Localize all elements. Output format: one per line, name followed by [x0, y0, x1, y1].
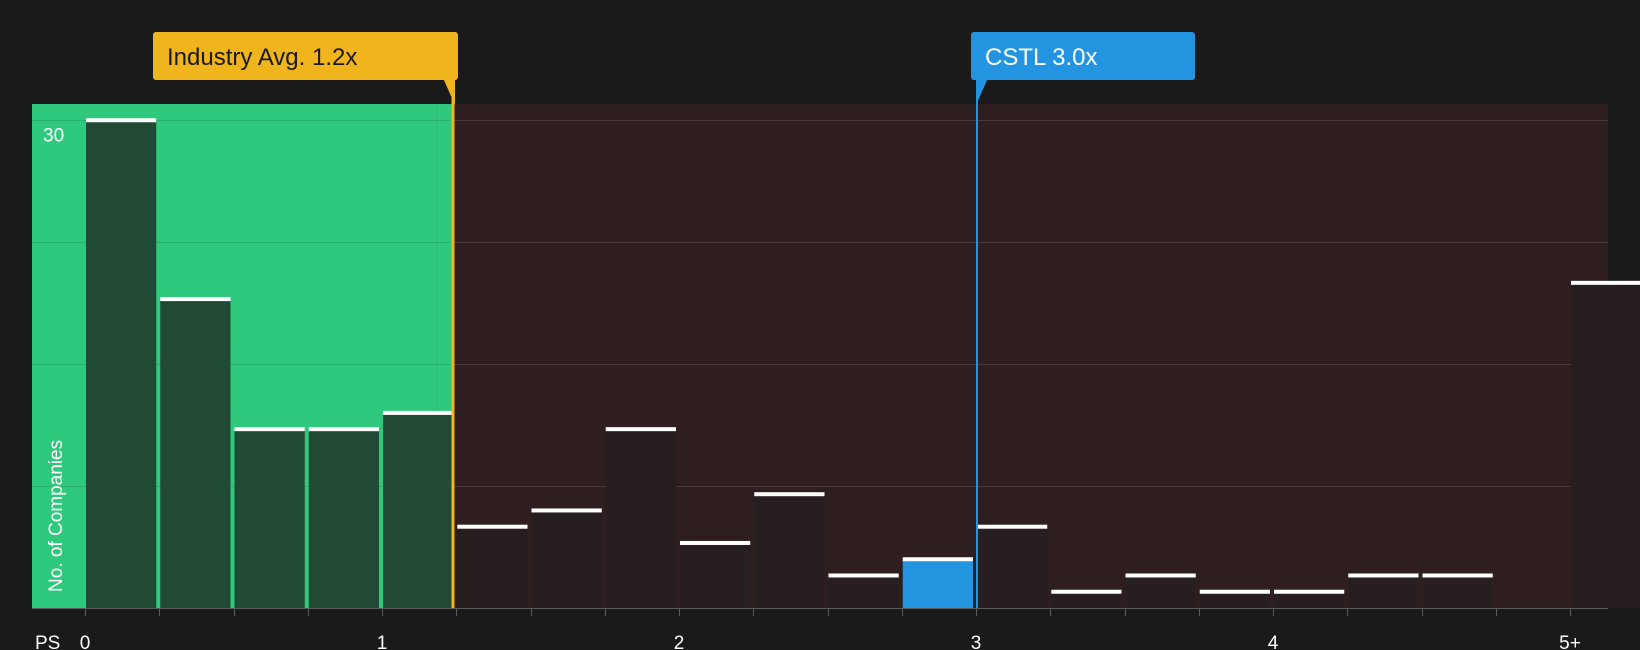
x-tick-label: 4	[1268, 633, 1279, 650]
bar-cap	[1422, 573, 1493, 578]
histogram-bar	[680, 542, 751, 608]
bar-cap	[1125, 573, 1196, 578]
histogram-bar	[86, 120, 157, 609]
bar-cap	[1348, 573, 1419, 578]
histogram-bar	[531, 510, 602, 608]
company-marker-label: CSTL 3.0x	[985, 44, 1098, 71]
histogram-bar	[383, 412, 454, 608]
x-tick-label: 5+	[1559, 633, 1581, 650]
x-tick-label: 3	[971, 633, 982, 650]
histogram-bar	[234, 429, 305, 608]
bar-cap	[86, 118, 157, 123]
x-tick-label: 0	[80, 633, 91, 650]
bar-cap	[1199, 589, 1270, 594]
bar-cap	[308, 427, 379, 432]
bar-cap	[754, 492, 825, 497]
histogram-bar	[977, 526, 1048, 608]
y-tick-label: 30	[43, 125, 64, 146]
histogram-bar	[308, 429, 379, 608]
histogram-bar	[605, 429, 676, 608]
bar-cap	[383, 410, 454, 415]
company-bar	[902, 559, 973, 608]
bar-cap	[1274, 589, 1345, 594]
histogram-bar	[1274, 591, 1345, 608]
bar-cap	[680, 540, 751, 545]
industry-marker-pointer	[443, 78, 455, 105]
y-axis-title: No. of Companies	[46, 440, 67, 592]
histogram-bar	[1422, 575, 1493, 608]
histogram-bar	[828, 575, 899, 608]
histogram-bar	[160, 299, 231, 608]
bar-cap	[457, 524, 528, 529]
x-axis-title: PS	[35, 633, 60, 650]
bar-cap	[1051, 589, 1122, 594]
x-tick-label: 1	[377, 633, 388, 650]
bar-cap	[160, 297, 231, 302]
histogram-bar	[1348, 575, 1419, 608]
bar-cap	[234, 427, 305, 432]
bar-cap	[902, 557, 973, 562]
histogram-bar	[1125, 575, 1196, 608]
histogram-bar	[1199, 591, 1270, 608]
industry-marker-label: Industry Avg. 1.2x	[167, 44, 357, 71]
histogram-bar	[1051, 591, 1122, 608]
x-tick-label: 2	[674, 633, 685, 650]
bar-cap	[1571, 280, 1640, 285]
histogram-bar	[754, 494, 825, 608]
ps-distribution-chart: 0 1 2 3 4 5+PS30 Industry Avg. 1.2x CSTL 3.0x …	[32, 32, 1640, 650]
bar-cap	[531, 508, 602, 513]
bar-cap	[977, 524, 1048, 529]
bar-cap	[605, 427, 676, 432]
bar-cap	[828, 573, 899, 578]
histogram-bar	[457, 526, 528, 608]
company-marker-pointer	[976, 78, 988, 105]
histogram-bar	[1571, 282, 1640, 608]
